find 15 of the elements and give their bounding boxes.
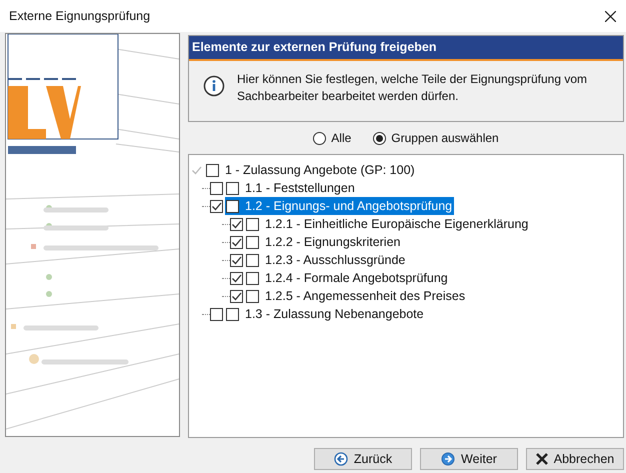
close-icon[interactable] [605,10,616,22]
radio-label[interactable]: Alle [331,129,352,147]
radio-button[interactable] [373,132,386,144]
radio-button[interactable] [313,132,326,144]
info-icon [203,75,225,97]
dialog-button[interactable]: Abbrechen [526,448,624,470]
window-title: Externe Eignungsprüfung [9,8,150,25]
header-title: Elemente zur externen Prüfung freigeben [192,39,436,56]
dialog-button[interactable]: Zurück [314,448,412,470]
info-text: Hier können Sie festlegen, welche Teile der Eignungsprüfung vom Sachbearbeiter bearbeitet werden dürfen. [237,71,588,105]
left-arrow-icon [334,452,348,466]
close-icon [536,453,548,465]
radio-label[interactable]: Gruppen auswählen [391,129,499,147]
right-arrow-icon [441,452,456,466]
dialog-button[interactable]: Weiter [420,448,518,470]
